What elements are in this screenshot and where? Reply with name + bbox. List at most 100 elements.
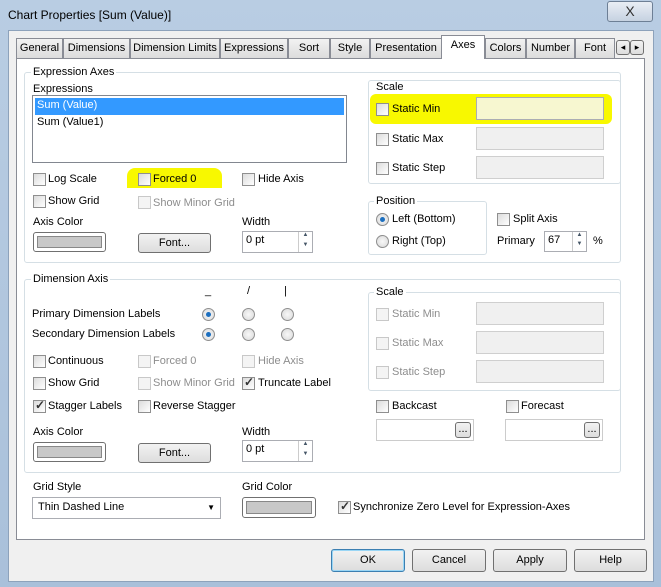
tab-axes[interactable]: Axes (441, 35, 485, 59)
tab-colors[interactable]: Colors (485, 38, 526, 58)
dim-forced0-checkbox[interactable] (138, 355, 151, 368)
expressions-label: Expressions (33, 83, 93, 95)
dim-show-grid-label: Show Grid (48, 377, 100, 389)
dim-static-step-label: Static Step (392, 366, 446, 378)
tab-number[interactable]: Number (526, 38, 575, 58)
primary-input[interactable]: 67 ▲ ▼ (544, 231, 587, 252)
ok-button[interactable]: OK (331, 549, 405, 572)
static-step-checkbox[interactable] (376, 162, 389, 175)
static-max-input[interactable] (476, 127, 604, 150)
forecast-browse-button[interactable]: ... (584, 422, 600, 438)
sync-zero-checkbox[interactable] (338, 499, 351, 514)
tab-scroll-right-button[interactable]: ▸ (630, 40, 644, 55)
tab-sort[interactable]: Sort (288, 38, 330, 58)
tab-style[interactable]: Style (330, 38, 370, 58)
help-button[interactable]: Help (574, 549, 647, 572)
right-top-radio[interactable] (376, 235, 389, 248)
grid-color-button[interactable] (242, 497, 316, 518)
backcast-checkbox[interactable] (376, 400, 389, 413)
list-item[interactable]: Sum (Value) (35, 98, 344, 115)
tab-scroll-left-button[interactable]: ◂ (616, 40, 630, 55)
dim-static-max-checkbox[interactable] (376, 337, 389, 350)
dim-static-step-checkbox[interactable] (376, 366, 389, 379)
static-min-checkbox[interactable] (376, 103, 389, 116)
axis-color-button[interactable] (33, 232, 106, 252)
left-bottom-radio[interactable] (376, 213, 389, 226)
primary-value: 67 (548, 234, 561, 246)
expressions-listbox[interactable]: Sum (Value) Sum (Value1) (32, 95, 347, 163)
spin-up-icon[interactable]: ▲ (298, 232, 312, 242)
apply-button[interactable]: Apply (493, 549, 567, 572)
show-grid-checkbox[interactable] (33, 195, 46, 208)
dim-static-min-input[interactable] (476, 302, 604, 325)
spin-up-icon[interactable]: ▲ (298, 441, 312, 451)
backcast-browse-button[interactable]: ... (455, 422, 471, 438)
width-input[interactable]: 0 pt ▲ ▼ (242, 231, 313, 253)
spin-down-icon[interactable]: ▼ (572, 241, 586, 251)
secondary-horizontal-radio[interactable] (202, 328, 215, 341)
split-axis-checkbox[interactable] (497, 213, 510, 226)
dim-font-button[interactable]: Font... (138, 443, 211, 463)
hide-axis-label: Hide Axis (258, 173, 304, 185)
tab-font[interactable]: Font (575, 38, 615, 58)
truncate-label-label: Truncate Label (258, 377, 331, 389)
spin-up-icon[interactable]: ▲ (572, 232, 586, 241)
static-min-input[interactable] (476, 97, 604, 120)
primary-dimension-labels-label: Primary Dimension Labels (32, 308, 161, 320)
primary-horizontal-radio[interactable] (202, 308, 215, 321)
font-button[interactable]: Font... (138, 233, 211, 253)
dim-show-minor-grid-label: Show Minor Grid (153, 377, 235, 389)
dim-show-minor-grid-checkbox[interactable] (138, 377, 151, 390)
dimension-axis-legend: Dimension Axis (31, 273, 111, 285)
dim-hide-axis-checkbox[interactable] (242, 355, 255, 368)
dim-axis-color-button[interactable] (33, 442, 106, 462)
tab-dimensions[interactable]: Dimensions (63, 38, 130, 58)
tab-presentation[interactable]: Presentation (370, 38, 442, 58)
grid-style-value: Thin Dashed Line (38, 501, 125, 513)
secondary-diagonal-radio[interactable] (242, 328, 255, 341)
secondary-vertical-radio[interactable] (281, 328, 294, 341)
tab-general[interactable]: General (16, 38, 63, 58)
left-bottom-label: Left (Bottom) (392, 213, 456, 225)
dim-static-max-input[interactable] (476, 331, 604, 354)
stagger-labels-checkbox[interactable] (33, 398, 46, 413)
dim-static-max-label: Static Max (392, 337, 444, 349)
show-grid-label: Show Grid (48, 195, 100, 207)
backcast-label: Backcast (392, 400, 437, 412)
show-minor-grid-checkbox[interactable] (138, 196, 151, 209)
forced0-checkbox[interactable] (138, 173, 151, 186)
close-button[interactable]: X (607, 1, 653, 22)
width-value: 0 pt (246, 234, 265, 246)
forecast-checkbox[interactable] (506, 400, 519, 413)
grid-style-select[interactable]: Thin Dashed Line ▼ (32, 497, 221, 519)
width-label: Width (242, 216, 271, 228)
expression-axes-legend: Expression Axes (31, 66, 117, 78)
dim-width-input[interactable]: 0 pt ▲ ▼ (242, 440, 313, 462)
log-scale-checkbox[interactable] (33, 173, 46, 186)
cancel-button[interactable]: Cancel (412, 549, 486, 572)
reverse-stagger-checkbox[interactable] (138, 400, 151, 413)
vertical-orientation-header: | (284, 285, 287, 297)
log-scale-label: Log Scale (48, 173, 97, 185)
primary-vertical-radio[interactable] (281, 308, 294, 321)
list-item[interactable]: Sum (Value1) (35, 115, 344, 132)
tab-dimension-limits[interactable]: Dimension Limits (130, 38, 220, 58)
spin-down-icon[interactable]: ▼ (298, 242, 312, 252)
spin-down-icon[interactable]: ▼ (298, 451, 312, 461)
dim-show-grid-checkbox[interactable] (33, 377, 46, 390)
forecast-label: Forecast (521, 400, 564, 412)
grid-color-label: Grid Color (242, 481, 293, 493)
dim-hide-axis-label: Hide Axis (258, 355, 304, 367)
hide-axis-checkbox[interactable] (242, 173, 255, 186)
static-step-input[interactable] (476, 156, 604, 179)
dim-static-min-checkbox[interactable] (376, 308, 389, 321)
static-max-checkbox[interactable] (376, 133, 389, 146)
continuous-checkbox[interactable] (33, 355, 46, 368)
primary-diagonal-radio[interactable] (242, 308, 255, 321)
tab-expressions[interactable]: Expressions (220, 38, 288, 58)
dim-scale-legend: Scale (374, 286, 406, 298)
grid-style-label: Grid Style (33, 481, 82, 493)
truncate-label-checkbox[interactable] (242, 375, 255, 390)
dim-static-step-input[interactable] (476, 360, 604, 383)
continuous-label: Continuous (48, 355, 104, 367)
